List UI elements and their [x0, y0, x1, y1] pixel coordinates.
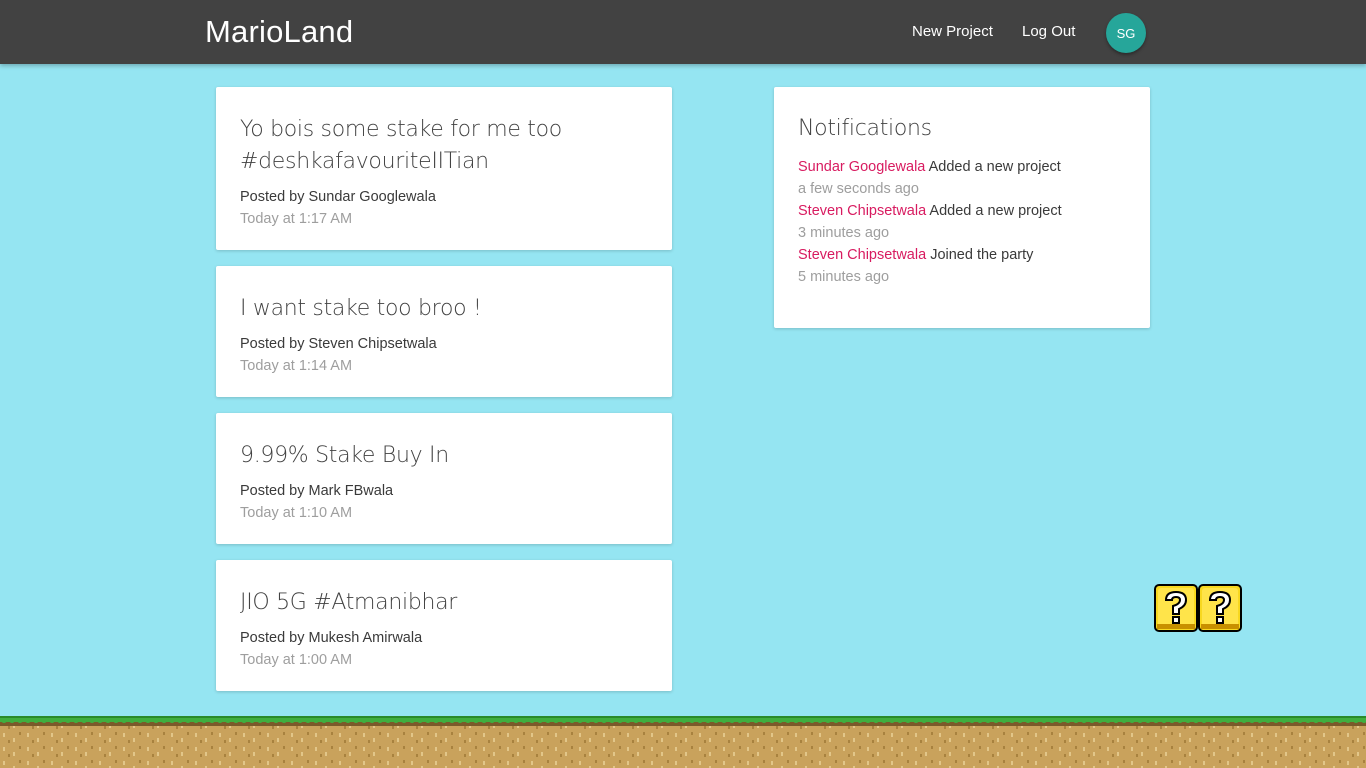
notification-time: 5 minutes ago — [798, 269, 890, 285]
notification-item: Steven Chipsetwala Joined the party 5 mi… — [798, 244, 1126, 288]
project-title: JIO 5G #Atmanibhar — [240, 590, 458, 615]
notification-line: Steven Chipsetwala Joined the party — [798, 244, 1126, 266]
notification-action: Added a new project — [929, 203, 1062, 219]
new-project-link[interactable]: New Project — [912, 23, 993, 40]
project-card[interactable]: Yo bois some stake for me too #deshkafav… — [216, 87, 672, 250]
navbar: MarioLand New Project Log Out SG — [0, 0, 1366, 64]
project-title: 9.99% Stake Buy In — [240, 443, 449, 468]
project-time: Today at 1:17 AM — [240, 211, 353, 227]
notifications-title: Notifications — [798, 116, 932, 141]
project-time: Today at 1:14 AM — [240, 358, 353, 374]
brand-logo[interactable]: MarioLand — [205, 14, 353, 50]
notification-action: Joined the party — [930, 247, 1034, 263]
project-author: Posted by Sundar Googlewala — [240, 189, 436, 205]
project-card[interactable]: I want stake too broo ! Posted by Steven… — [216, 266, 672, 397]
notification-time: 3 minutes ago — [798, 225, 890, 241]
log-out-link[interactable]: Log Out — [1022, 23, 1075, 40]
ground-decoration — [0, 716, 1366, 768]
notification-user[interactable]: Sundar Googlewala — [798, 159, 925, 175]
project-time: Today at 1:10 AM — [240, 505, 353, 521]
notification-user[interactable]: Steven Chipsetwala — [798, 247, 926, 263]
project-title: I want stake too broo ! — [240, 296, 482, 321]
notification-user[interactable]: Steven Chipsetwala — [798, 203, 926, 219]
project-author: Posted by Mukesh Amirwala — [240, 630, 423, 646]
user-avatar[interactable]: SG — [1106, 13, 1146, 53]
notification-item: Steven Chipsetwala Added a new project 3… — [798, 200, 1126, 244]
project-author: Posted by Mark FBwala — [240, 483, 394, 499]
notification-time: a few seconds ago — [798, 181, 919, 197]
notifications-card: Notifications Sundar Googlewala Added a … — [774, 87, 1150, 328]
notification-line: Steven Chipsetwala Added a new project — [798, 200, 1126, 222]
question-block-icon — [1154, 584, 1242, 632]
notification-action: Added a new project — [928, 159, 1061, 175]
project-title: Yo bois some stake for me too #deshkafav… — [240, 117, 562, 174]
notification-item: Sundar Googlewala Added a new project a … — [798, 156, 1126, 200]
notifications-list: Sundar Googlewala Added a new project a … — [798, 156, 1126, 288]
notification-line: Sundar Googlewala Added a new project — [798, 156, 1126, 178]
project-time: Today at 1:00 AM — [240, 652, 353, 668]
project-card[interactable]: JIO 5G #Atmanibhar Posted by Mukesh Amir… — [216, 560, 672, 691]
project-author: Posted by Steven Chipsetwala — [240, 336, 437, 352]
project-card[interactable]: 9.99% Stake Buy In Posted by Mark FBwala… — [216, 413, 672, 544]
